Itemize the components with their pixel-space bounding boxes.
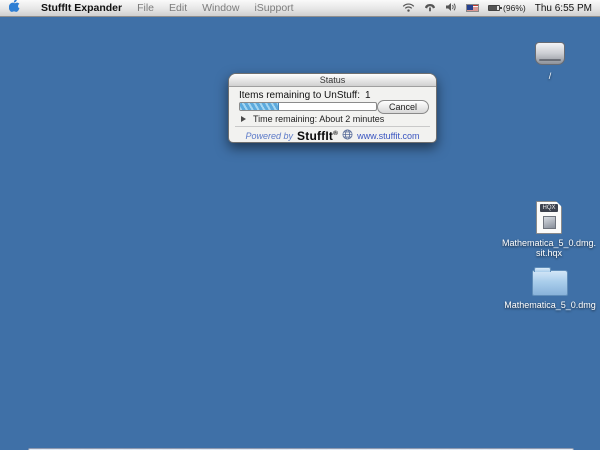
- hqx-artwork: [543, 216, 556, 229]
- active-app-name[interactable]: StuffIt Expander: [41, 2, 122, 14]
- stuffit-url-link[interactable]: www.stuffit.com: [357, 131, 419, 141]
- menu-bar: StuffIt Expander File Edit Window iSuppo…: [0, 0, 600, 17]
- progress-fill: [240, 103, 279, 110]
- modem-phone-icon[interactable]: [424, 0, 436, 17]
- items-remaining-row: Items remaining to UnStuff: 1: [239, 90, 371, 101]
- dmg-folder-label: Mathematica_5_0.dmg: [494, 300, 600, 310]
- status-window: Status Items remaining to UnStuff: 1 Canc…: [228, 73, 437, 143]
- battery-percent: (96%): [503, 3, 526, 13]
- progress-bar: [239, 102, 377, 111]
- menu-isupport[interactable]: iSupport: [254, 2, 293, 14]
- time-remaining-row: Time remaining: About 2 minutes: [241, 114, 384, 124]
- globe-icon: [342, 127, 353, 145]
- keyboard-layout-flag-icon[interactable]: [466, 4, 479, 12]
- hqx-archive-label: Mathematica_5_0.dmg. sit.hqx: [499, 238, 599, 258]
- cancel-button-label: Cancel: [389, 102, 417, 112]
- desktop[interactable]: Status Items remaining to UnStuff: 1 Canc…: [0, 17, 600, 450]
- desktop-icon-hard-disk[interactable]: /: [530, 42, 570, 81]
- cancel-button[interactable]: Cancel: [377, 100, 429, 114]
- hard-disk-label: /: [530, 71, 570, 81]
- menu-window[interactable]: Window: [202, 2, 239, 14]
- apple-icon: [9, 0, 20, 17]
- stuffit-brand: StuffIt®: [297, 129, 338, 143]
- desktop-icon-hqx-archive[interactable]: HQX Mathematica_5_0.dmg. sit.hqx: [499, 201, 599, 258]
- window-title: Status: [320, 75, 346, 85]
- hqx-document-icon: HQX: [536, 201, 562, 234]
- hqx-badge: HQX: [540, 204, 558, 212]
- battery-status[interactable]: (96%): [488, 3, 526, 13]
- powered-by-label: Powered by: [246, 131, 294, 141]
- items-remaining-label: Items remaining to UnStuff:: [239, 90, 360, 101]
- hard-disk-icon: [535, 42, 565, 65]
- volume-icon[interactable]: [445, 0, 457, 17]
- time-remaining-text: Time remaining: About 2 minutes: [253, 114, 384, 124]
- dialog-divider: [235, 126, 430, 127]
- menu-file[interactable]: File: [137, 2, 154, 14]
- status-window-title-bar[interactable]: Status: [229, 74, 436, 87]
- folder-icon: [532, 270, 568, 296]
- items-remaining-value: 1: [365, 90, 371, 101]
- battery-icon: [488, 5, 500, 11]
- menu-edit[interactable]: Edit: [169, 2, 187, 14]
- stuffit-branding-footer: Powered by StuffIt® www.stuffit.com: [229, 128, 436, 143]
- apple-menu[interactable]: [9, 0, 20, 17]
- desktop-icon-dmg-folder[interactable]: Mathematica_5_0.dmg: [494, 266, 600, 310]
- menu-clock[interactable]: Thu 6:55 PM: [535, 3, 592, 14]
- wifi-icon[interactable]: [402, 0, 415, 17]
- disclosure-triangle-icon[interactable]: [241, 116, 246, 122]
